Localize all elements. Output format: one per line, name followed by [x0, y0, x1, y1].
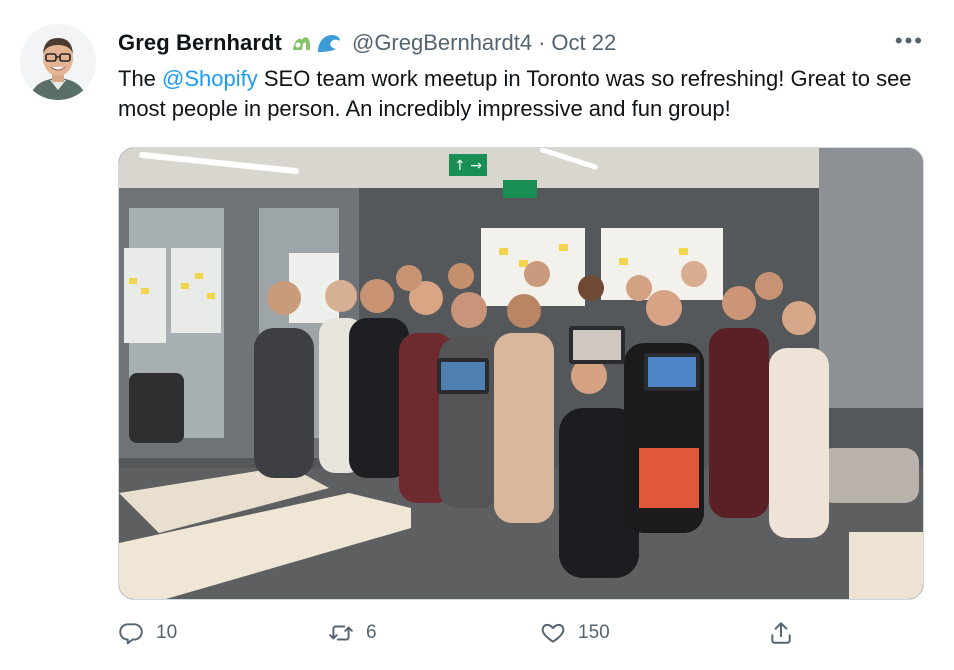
retweet-button[interactable]: 6: [328, 620, 377, 646]
like-icon: [541, 623, 565, 643]
author-name[interactable]: Greg Bernhardt: [118, 30, 282, 56]
wave-icon: [317, 35, 340, 52]
mention-link[interactable]: @Shopify: [162, 66, 258, 91]
like-button[interactable]: 150: [540, 620, 610, 646]
author-handle[interactable]: @GregBernhardt4: [352, 30, 532, 56]
tweet-date[interactable]: Oct 22: [551, 30, 616, 56]
more-options-icon[interactable]: •••: [895, 28, 924, 54]
retweet-icon: [329, 625, 353, 641]
separator-dot: ·: [538, 30, 546, 55]
tweet-text: The @Shopify SEO team work meetup in Tor…: [118, 64, 918, 124]
group-photo-image: ↑ →: [119, 148, 923, 599]
like-count: 150: [578, 622, 610, 643]
reply-count: 10: [156, 622, 178, 643]
reply-button[interactable]: 10: [118, 620, 177, 646]
avatar[interactable]: [20, 24, 96, 100]
green-glyph-icon: [292, 37, 310, 50]
avatar-image: [20, 24, 96, 100]
svg-text:↑ →: ↑ →: [454, 158, 482, 174]
retweet-count: 6: [366, 622, 377, 643]
share-icon: [771, 622, 791, 644]
tweet-actions: 10 6 150: [118, 620, 798, 656]
tweet-header: Greg Bernhardt @GregBernhardt4 · Oct 22: [118, 28, 924, 58]
profile-badges: [290, 31, 342, 55]
tweet-photo[interactable]: ↑ →: [118, 147, 924, 600]
tweet-text-prefix: The: [118, 66, 163, 91]
share-button[interactable]: [768, 620, 794, 646]
reply-icon: [119, 623, 143, 645]
